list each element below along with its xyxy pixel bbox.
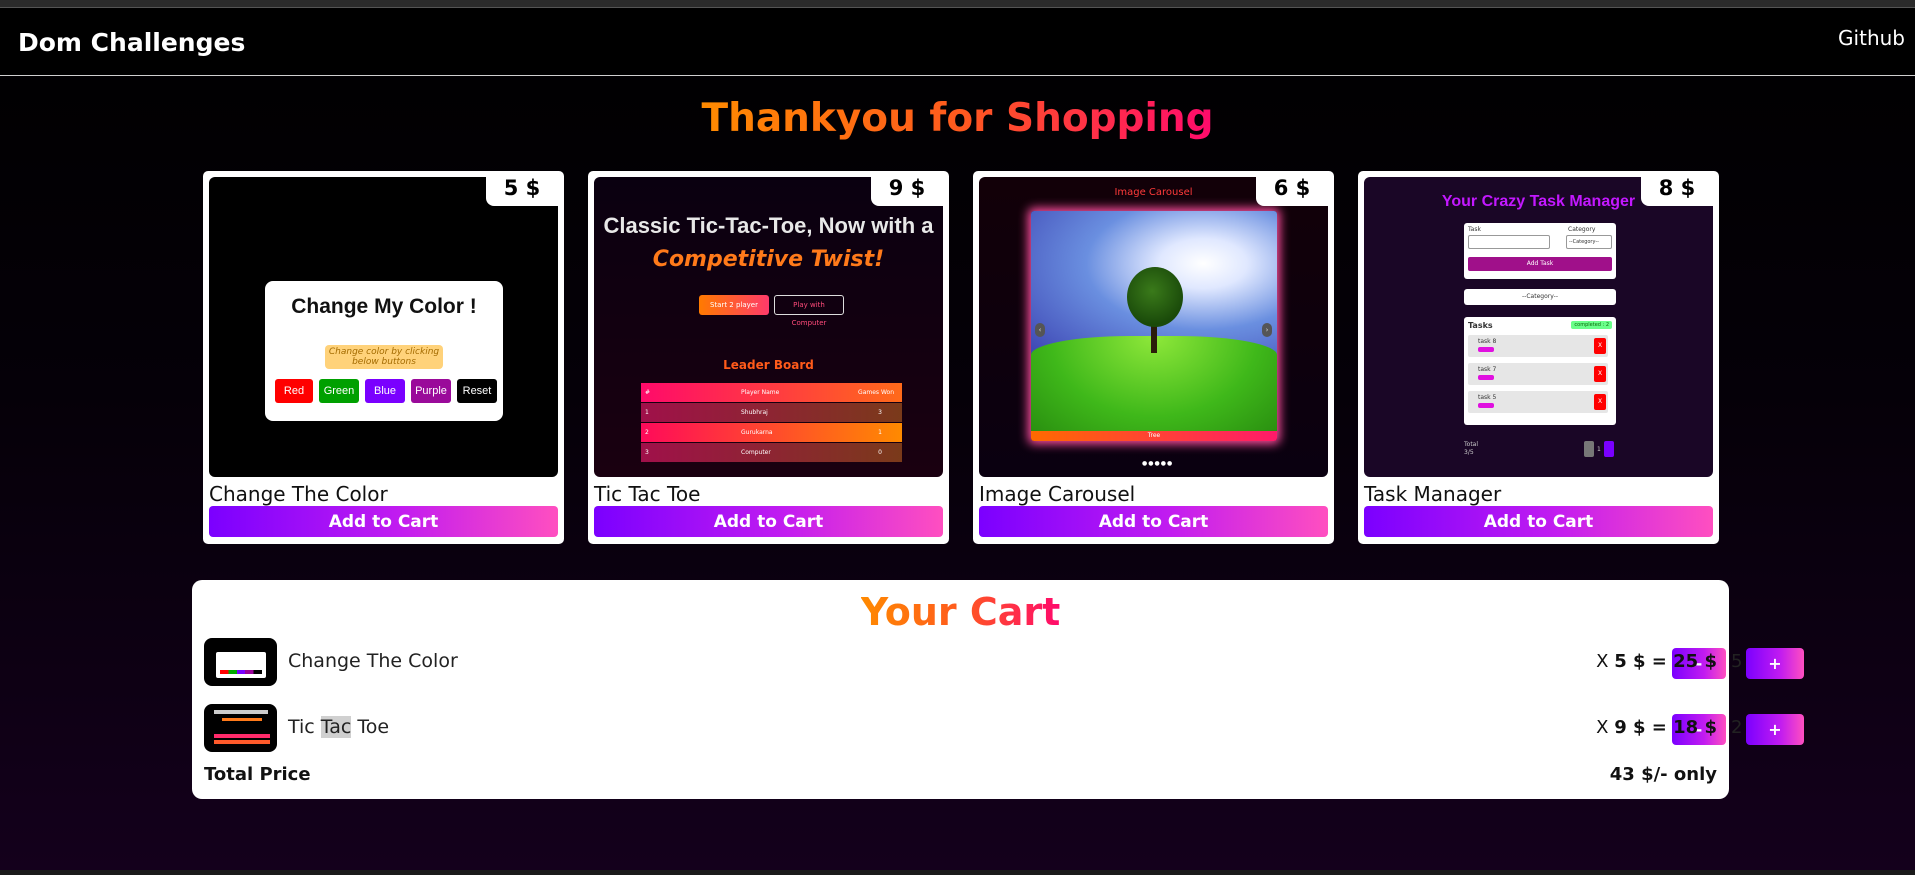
price-tag: 5 $	[486, 171, 558, 206]
thumb-leaderboard-title: Leader Board	[723, 358, 814, 372]
total-price-label: Total Price	[204, 764, 311, 785]
cart-panel: Your Cart Change The Color - 5 + X 5 $ =…	[192, 580, 1804, 799]
product-name: Change The Color	[209, 482, 388, 506]
thumb-reset-button: Reset	[457, 379, 497, 403]
thumb-title: Change My Color !	[291, 295, 477, 318]
thumb-play-computer-button: Play with Computer	[774, 295, 844, 327]
thumb-prev-page	[1584, 441, 1594, 457]
thumb-subheading: Competitive Twist!	[652, 247, 885, 272]
thumb-table-row: 2 Gurukarna 1	[641, 423, 902, 442]
thumb-table-row: 3 Computer 0	[641, 443, 902, 462]
cart-item: Change The Color - 5 + X 5 $ = 25 $	[204, 638, 1804, 686]
cart-item-price: X 9 $ = 18 $	[1596, 717, 1717, 738]
cart-item-thumbnail	[204, 638, 277, 686]
product-thumbnail: Image Carousel Tree ‹ › ●●●●●	[979, 177, 1328, 477]
cart-item-price: X 5 $ = 25 $	[1596, 651, 1717, 672]
thumb-tasks-panel: Tasks completed : 2 task 8 X task 7 X ta…	[1464, 317, 1616, 425]
thumb-category-select: --Category--	[1464, 289, 1616, 305]
cart-title-text: Your Cart	[860, 590, 1061, 634]
price-tag: 6 $	[1256, 171, 1328, 206]
navbar: Dom Challenges Github	[0, 8, 1915, 76]
thumb-caption: Tree	[1031, 431, 1277, 441]
product-name: Task Manager	[1364, 482, 1502, 506]
page-heading-text: Thankyou for Shopping	[701, 96, 1214, 141]
thumb-task-item: task 8 X	[1468, 335, 1608, 357]
increase-qty-button[interactable]: +	[1746, 648, 1804, 679]
cart-item-thumbnail	[204, 704, 277, 752]
add-to-cart-button[interactable]: Add to Cart	[1364, 506, 1713, 537]
browser-top-strip	[0, 0, 1915, 8]
thumb-table-row: 1 Shubhraj 3	[641, 403, 902, 422]
product-thumbnail: Classic Tic-Tac-Toe, Now with a Competit…	[594, 177, 943, 477]
thumb-task-item: task 7 X	[1468, 363, 1608, 385]
cart-title: Your Cart	[192, 590, 1729, 634]
thumb-green-button: Green	[319, 379, 359, 403]
thumb-next-page	[1604, 441, 1614, 457]
bottom-strip	[0, 870, 1915, 875]
thumb-task-item: task 5 X	[1468, 391, 1608, 413]
chevron-right-icon: ›	[1262, 323, 1272, 337]
price-tag: 8 $	[1641, 171, 1713, 206]
cart-item-name: Change The Color	[288, 650, 458, 672]
product-card-tic-tac-toe: Classic Tic-Tac-Toe, Now with a Competit…	[588, 171, 949, 544]
thumb-total-label: Total	[1464, 441, 1479, 448]
product-thumbnail: Your Crazy Task Manager Task Category --…	[1364, 177, 1713, 477]
carousel-dots: ●●●●●	[1142, 460, 1174, 467]
chevron-left-icon: ‹	[1035, 323, 1045, 337]
thumb-start-button: Start 2 player	[699, 295, 769, 315]
add-to-cart-button[interactable]: Add to Cart	[209, 506, 558, 537]
price-tag: 9 $	[871, 171, 943, 206]
thumb-blue-button: Blue	[365, 379, 405, 403]
cart-item-qty: 5	[1731, 651, 1743, 672]
thumb-color-box: Change My Color ! Change color by clicki…	[265, 281, 503, 421]
cart-item-name: Tic Tac Toe	[288, 716, 390, 738]
product-name: Image Carousel	[979, 482, 1136, 506]
product-thumbnail: Change My Color ! Change color by clicki…	[209, 177, 558, 477]
page-heading: Thankyou for Shopping	[0, 96, 1915, 141]
product-card-task-manager: Your Crazy Task Manager Task Category --…	[1358, 171, 1719, 544]
thumb-page-number: 1	[1597, 446, 1601, 453]
add-to-cart-button[interactable]: Add to Cart	[594, 506, 943, 537]
cart-item-qty: 2	[1731, 717, 1743, 738]
product-card-change-color: Change My Color ! Change color by clicki…	[203, 171, 564, 544]
thumb-task-form: Task Category --Category-- Add Task	[1464, 223, 1616, 279]
thumb-subtitle: Change color by clicking below buttons	[325, 345, 443, 369]
thumb-heading: Classic Tic-Tac-Toe, Now with a	[603, 213, 934, 238]
thumb-purple-button: Purple	[411, 379, 451, 403]
brand-title[interactable]: Dom Challenges	[18, 28, 245, 57]
cart-item: Tic Tac Toe - 2 + X 9 $ = 18 $	[204, 704, 1804, 752]
github-link[interactable]: Github	[1838, 26, 1905, 50]
thumb-carousel-image: Tree	[1031, 211, 1277, 441]
tree-icon	[1127, 267, 1183, 327]
add-to-cart-button[interactable]: Add to Cart	[979, 506, 1328, 537]
product-name: Tic Tac Toe	[594, 482, 701, 506]
increase-qty-button[interactable]: +	[1746, 714, 1804, 745]
product-card-image-carousel: Image Carousel Tree ‹ › ●●●●● 6 $ Image …	[973, 171, 1334, 544]
thumb-table-header: # Player Name Games Won	[641, 383, 902, 402]
thumb-red-button: Red	[275, 379, 313, 403]
thumb-total-value: 3/5	[1464, 449, 1474, 456]
total-price-value: 43 $/- only	[1609, 764, 1717, 785]
